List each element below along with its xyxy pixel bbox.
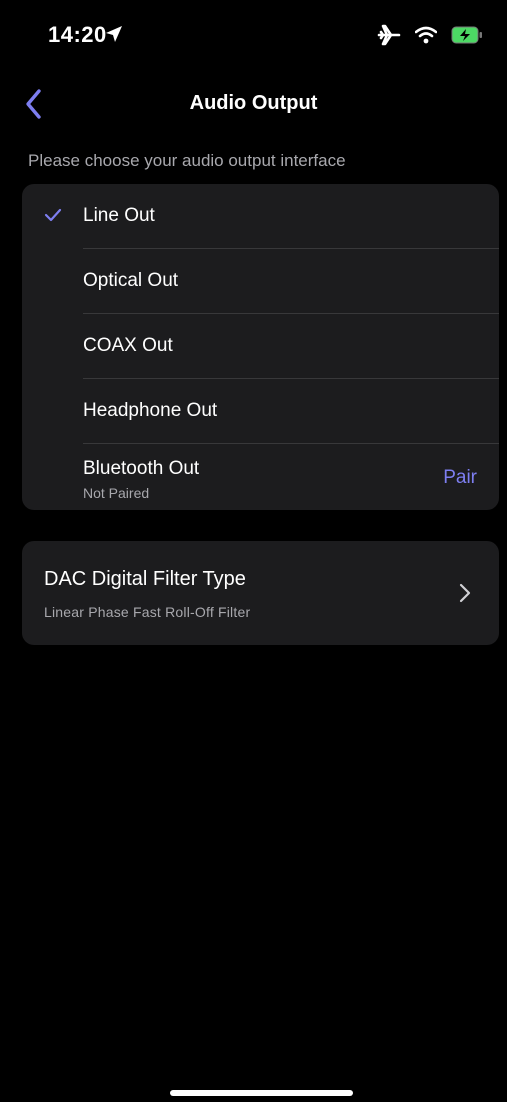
output-option-headphone-out[interactable]: Headphone Out [22, 379, 499, 444]
output-option-bluetooth-out[interactable]: Bluetooth Out Not Paired Pair [22, 444, 499, 509]
home-indicator[interactable] [170, 1090, 353, 1096]
status-time: 14:20 [48, 22, 107, 47]
dac-filter-title: DAC Digital Filter Type [44, 568, 246, 590]
pair-button[interactable]: Pair [443, 467, 477, 489]
output-option-optical-out[interactable]: Optical Out [22, 249, 499, 314]
checkmark-icon [44, 208, 62, 227]
dac-filter-row[interactable]: DAC Digital Filter Type Linear Phase Fas… [22, 541, 499, 645]
battery-charging-icon [451, 26, 483, 49]
output-option-line-out[interactable]: Line Out [22, 184, 499, 249]
output-option-label: Line Out [83, 205, 155, 226]
status-bar: 14:20 [0, 0, 507, 60]
section-caption: Please choose your audio output interfac… [28, 151, 346, 170]
page-title: Audio Output [189, 92, 318, 114]
dac-filter-value: Linear Phase Fast Roll-Off Filter [44, 604, 251, 620]
output-option-label: Headphone Out [83, 400, 218, 421]
location-arrow-icon [104, 24, 124, 49]
airplane-icon [377, 24, 401, 51]
nav-bar: Audio Output [0, 80, 507, 128]
output-option-coax-out[interactable]: COAX Out [22, 314, 499, 379]
output-option-label: COAX Out [83, 335, 173, 356]
output-option-label: Optical Out [83, 270, 179, 291]
bluetooth-status: Not Paired [83, 485, 150, 501]
output-option-label: Bluetooth Out [83, 458, 200, 479]
chevron-right-icon [459, 583, 471, 608]
output-options-group: Line Out Optical Out COAX Out Headphone … [22, 184, 499, 510]
wifi-icon [414, 26, 438, 49]
